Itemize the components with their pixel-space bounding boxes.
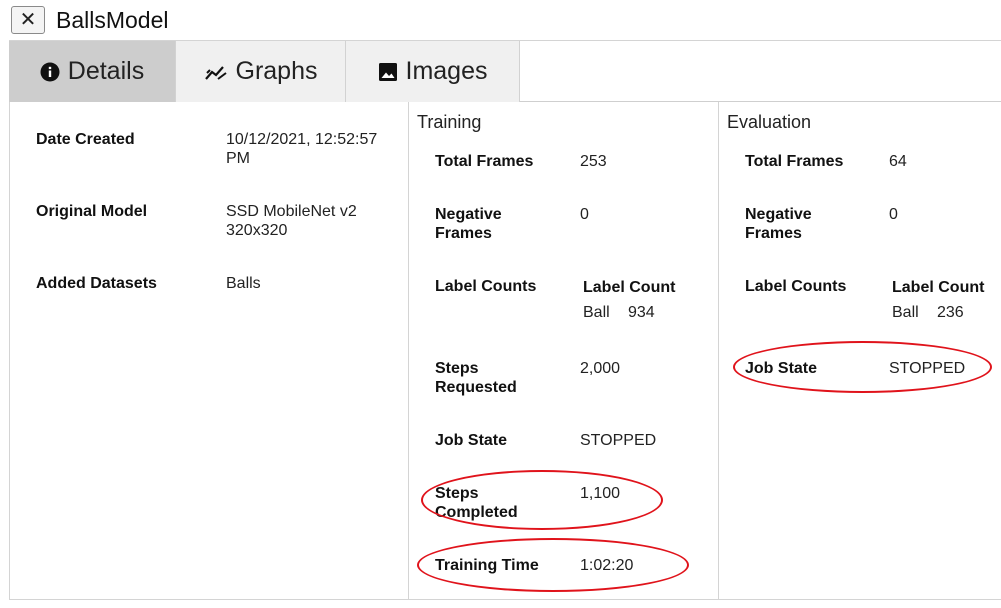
training-job-state-label: Job State (435, 432, 508, 449)
training-time-value: 1:02:20 (580, 557, 634, 574)
date-created-value-cont: PM (226, 150, 250, 167)
steps-requested-label: Steps (435, 360, 479, 377)
eval-label-count: 236 (937, 304, 964, 321)
window-title: BallsModel (56, 7, 169, 33)
date-created-value: 10/12/2021, 12:52:57 (226, 131, 378, 148)
steps-requested-label-cont: Requested (435, 379, 517, 396)
eval-job-state-label: Job State (745, 360, 818, 377)
steps-completed-label: Steps (435, 485, 479, 502)
close-button[interactable]: ✕ (11, 6, 45, 34)
training-total-frames-label: Total Frames (435, 153, 534, 170)
training-label-count: 934 (628, 304, 655, 321)
eval-negative-frames-label: Negative (745, 206, 812, 223)
graph-icon (204, 65, 227, 80)
steps-completed-value: 1,100 (580, 485, 621, 502)
training-label-name: Ball (583, 304, 610, 321)
training-negative-frames-value: 0 (580, 206, 589, 223)
training-negative-frames-label: Negative (435, 206, 502, 223)
date-created-label: Date Created (36, 131, 135, 148)
info-icon (40, 62, 60, 81)
added-datasets-label: Added Datasets (36, 275, 157, 292)
steps-completed-label-cont: Completed (435, 504, 518, 521)
added-datasets-value: Balls (226, 275, 261, 292)
image-icon (378, 62, 397, 81)
eval-label-counts-label: Label Counts (745, 278, 847, 295)
eval-total-frames-value: 64 (889, 153, 907, 170)
details-panel (9, 102, 1001, 600)
training-time-label: Training Time (435, 557, 539, 574)
tab-details-label: Details (67, 57, 145, 85)
eval-total-frames-label: Total Frames (745, 153, 844, 170)
tab-bar: Details Graphs Images (9, 40, 1001, 102)
eval-label-name: Ball (892, 304, 919, 321)
evaluation-heading: Evaluation (727, 112, 812, 132)
original-model-value-cont: 320x320 (226, 222, 288, 239)
eval-job-state-value: STOPPED (889, 360, 966, 377)
title-bar: ✕ BallsModel (0, 0, 1001, 40)
training-heading: Training (417, 112, 482, 132)
steps-requested-value: 2,000 (580, 360, 621, 377)
eval-negative-frames-label-cont: Frames (745, 225, 802, 242)
eval-negative-frames-value: 0 (889, 206, 898, 223)
training-negative-frames-label-cont: Frames (435, 225, 492, 242)
tab-details[interactable]: Details (9, 41, 176, 102)
training-total-frames-value: 253 (580, 153, 607, 170)
training-job-state-value: STOPPED (580, 432, 657, 449)
original-model-label: Original Model (36, 203, 148, 220)
close-icon: ✕ (19, 9, 37, 31)
tab-images-label: Images (405, 57, 488, 85)
tab-graphs-label: Graphs (235, 57, 318, 85)
tab-images[interactable]: Images (346, 41, 520, 102)
training-label-counts-label: Label Counts (435, 278, 537, 295)
tab-graphs[interactable]: Graphs (176, 41, 346, 102)
column-divider (718, 102, 719, 600)
original-model-value: SSD MobileNet v2 (226, 203, 357, 220)
column-divider (408, 102, 409, 600)
eval-label-count-header: Label Count (892, 279, 985, 296)
training-label-count-header: Label Count (583, 279, 676, 296)
